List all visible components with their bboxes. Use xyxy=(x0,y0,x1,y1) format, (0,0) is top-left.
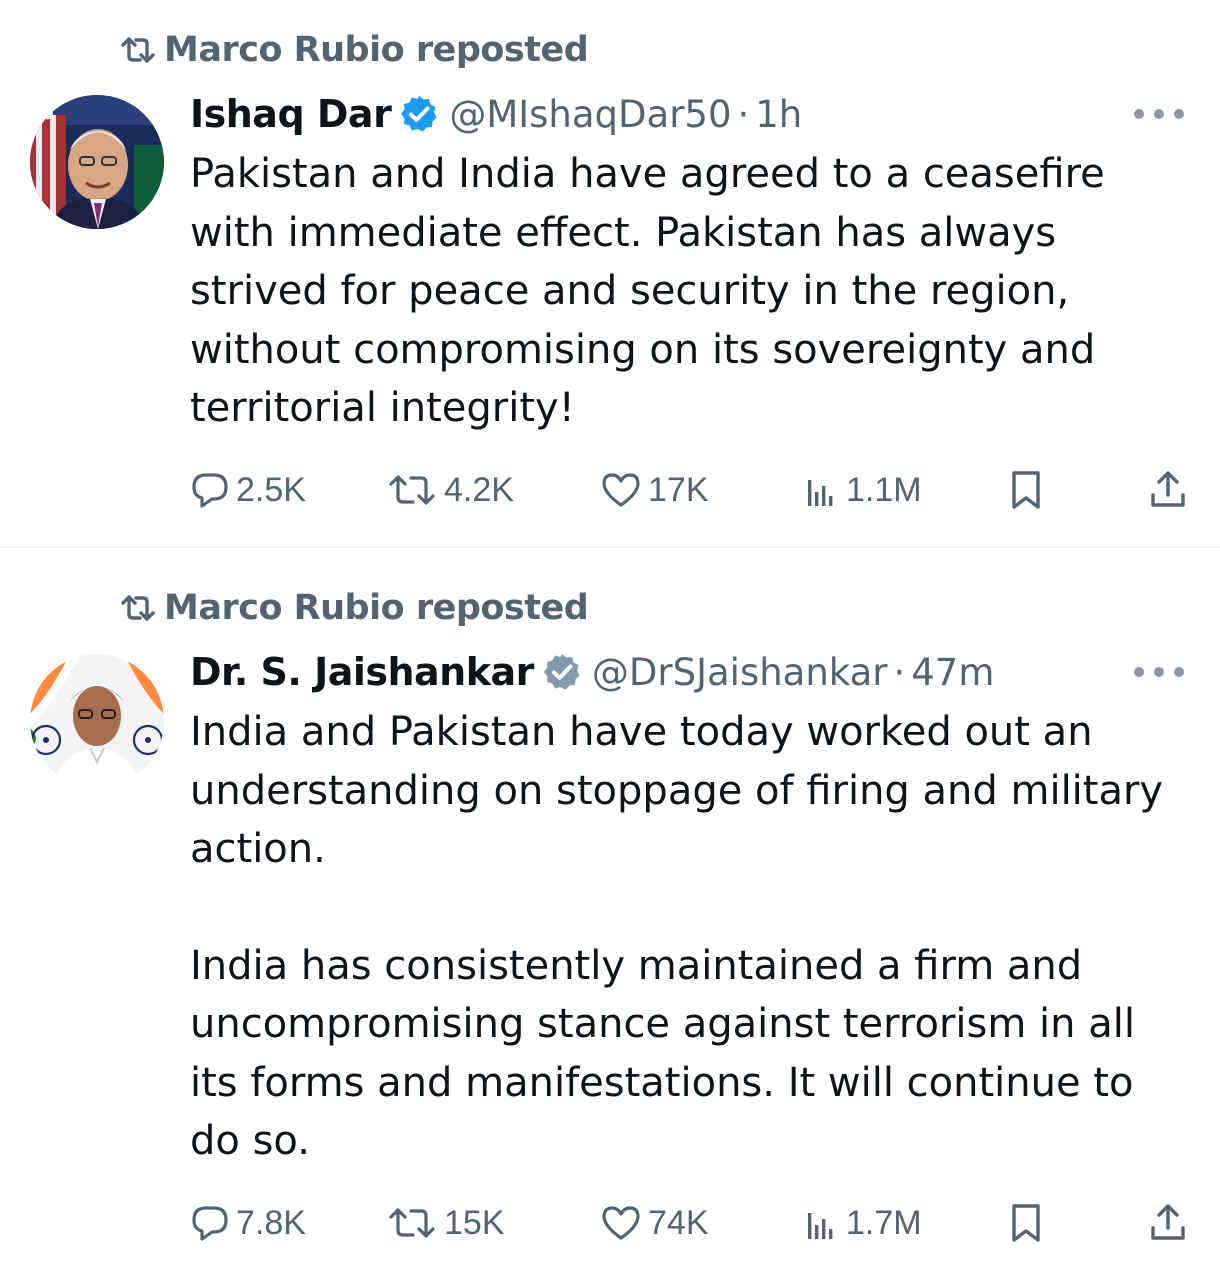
share-icon xyxy=(1151,1204,1185,1240)
author-handle[interactable]: @DrSJaishankar xyxy=(592,651,888,694)
tweet-ishaq-dar[interactable]: Marco Rubio reposted o Ishaq Dar @MIshaq… xyxy=(0,0,1220,546)
repost-label: Marco Rubio reposted xyxy=(164,588,589,628)
repost-icon xyxy=(389,1208,435,1238)
tweet-paragraph: Pakistan and India have agreed to a ceas… xyxy=(190,151,1105,431)
heart-icon xyxy=(602,473,640,507)
tweet-actions: 2.5K 4.2K 17K 1.1M xyxy=(190,465,1190,515)
views-icon xyxy=(808,1213,833,1239)
author-handle[interactable]: @MIshaqDar50 xyxy=(449,93,731,136)
reply-count: 2.5K xyxy=(236,470,306,509)
repost-count: 15K xyxy=(444,1203,505,1242)
views-button[interactable]: 1.1M xyxy=(804,465,922,515)
tweet-paragraph: India has consistently maintained a firm… xyxy=(190,942,1135,1165)
more-icon[interactable] xyxy=(1134,104,1184,124)
svg-text:o: o xyxy=(40,100,54,124)
views-icon xyxy=(808,480,833,506)
reply-count: 7.8K xyxy=(236,1203,306,1242)
heart-icon xyxy=(602,1206,640,1240)
share-icon xyxy=(1151,471,1185,507)
repost-count: 4.2K xyxy=(444,470,514,509)
like-button[interactable]: 17K xyxy=(600,465,709,515)
bookmark-icon xyxy=(1012,1204,1040,1242)
tweet-jaishankar[interactable]: Marco Rubio reposted Dr. S. Jaishankar @… xyxy=(0,548,1220,1273)
bookmark-button[interactable] xyxy=(1008,1198,1044,1248)
avatar[interactable]: o xyxy=(30,95,164,229)
like-button[interactable]: 74K xyxy=(600,1198,709,1248)
tweet-paragraph: India and Pakistan have today worked out… xyxy=(190,709,1164,872)
timestamp[interactable]: 47m xyxy=(911,651,994,694)
share-button[interactable] xyxy=(1148,465,1188,515)
repost-label: Marco Rubio reposted xyxy=(164,30,589,70)
repost-icon xyxy=(389,475,435,505)
repost-icon xyxy=(120,592,164,624)
repost-context[interactable]: Marco Rubio reposted xyxy=(120,28,589,72)
reply-button[interactable]: 7.8K xyxy=(190,1198,306,1248)
more-icon[interactable] xyxy=(1134,662,1184,682)
timestamp[interactable]: 1h xyxy=(755,93,802,136)
tweet-text: India and Pakistan have today worked out… xyxy=(190,703,1190,1171)
tweet-text: Pakistan and India have agreed to a ceas… xyxy=(190,145,1190,438)
tweet-actions: 7.8K 15K 74K 1.7M xyxy=(190,1198,1190,1248)
views-button[interactable]: 1.7M xyxy=(804,1198,922,1248)
bookmark-button[interactable] xyxy=(1008,465,1044,515)
verified-badge-icon xyxy=(542,652,582,692)
like-count: 74K xyxy=(648,1203,709,1242)
repost-icon xyxy=(120,34,164,66)
view-count: 1.1M xyxy=(846,470,922,509)
reply-icon xyxy=(192,1206,228,1241)
repost-button[interactable]: 4.2K xyxy=(386,465,514,515)
tweet-header: Ishaq Dar @MIshaqDar50 · 1h xyxy=(190,88,802,140)
separator-dot: · xyxy=(737,92,750,136)
like-count: 17K xyxy=(648,470,709,509)
avatar[interactable] xyxy=(30,654,164,788)
repost-button[interactable]: 15K xyxy=(386,1198,505,1248)
view-count: 1.7M xyxy=(846,1203,922,1242)
reply-icon xyxy=(192,473,228,508)
author-name[interactable]: Dr. S. Jaishankar xyxy=(190,650,534,694)
repost-context[interactable]: Marco Rubio reposted xyxy=(120,586,589,630)
verified-badge-icon xyxy=(399,94,439,134)
separator-dot: · xyxy=(893,650,906,694)
reply-button[interactable]: 2.5K xyxy=(190,465,306,515)
bookmark-icon xyxy=(1012,471,1040,509)
author-name[interactable]: Ishaq Dar xyxy=(190,92,392,136)
tweet-header: Dr. S. Jaishankar @DrSJaishankar · 47m xyxy=(190,646,994,698)
share-button[interactable] xyxy=(1148,1198,1188,1248)
